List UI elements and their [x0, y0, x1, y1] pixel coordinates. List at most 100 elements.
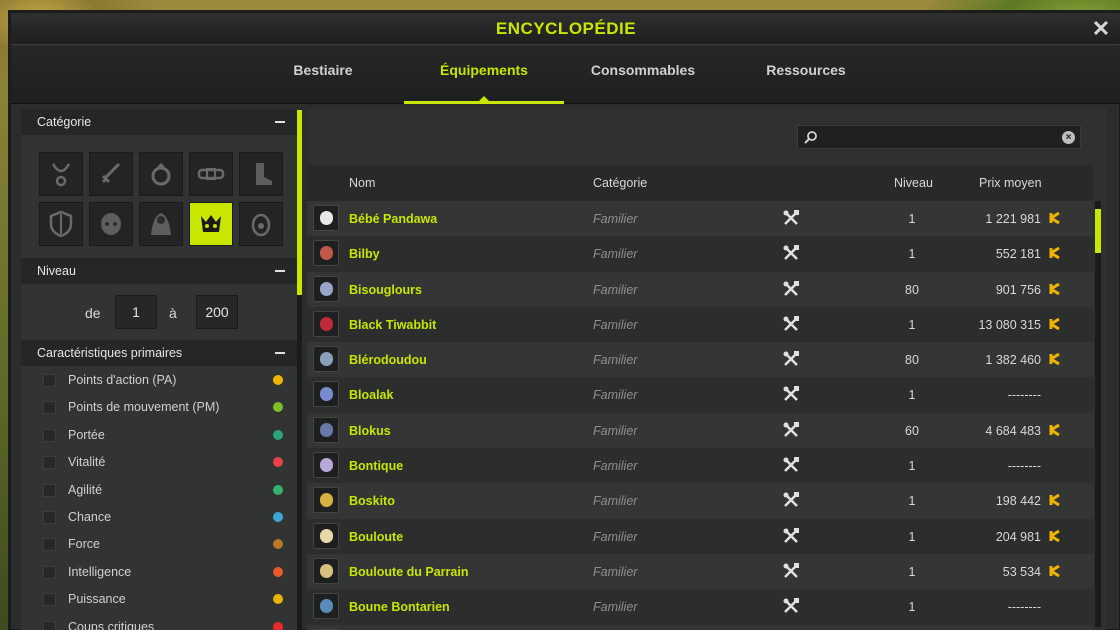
table-row[interactable]: Bouloute Familier 1 204 981 — [307, 518, 1093, 554]
collapse-icon[interactable] — [275, 121, 285, 123]
level-min-input[interactable]: 1 — [115, 295, 157, 329]
checkbox[interactable] — [43, 565, 56, 579]
characteristic-movement-points[interactable]: Points de mouvement (PM) — [21, 393, 297, 420]
characteristic-range[interactable]: Portée — [21, 421, 297, 448]
table-row[interactable]: Boskito Familier 1 198 442 — [307, 483, 1093, 519]
search-box[interactable]: × — [797, 125, 1081, 149]
amulet-icon — [51, 163, 71, 187]
category-hat[interactable] — [89, 202, 133, 246]
characteristic-label: Intelligence — [68, 564, 132, 579]
power-icon — [273, 594, 283, 605]
crafting-tools-icon[interactable] — [783, 386, 799, 402]
table-row[interactable]: Bébé Pandawa Familier 1 1 221 981 — [307, 201, 1093, 237]
category-dofus[interactable] — [239, 202, 283, 246]
characteristic-vitality[interactable]: Vitalité — [21, 448, 297, 475]
tab-ressources[interactable]: Ressources — [751, 62, 861, 104]
category-cloak[interactable] — [139, 202, 183, 246]
table-row[interactable]: Blokus Familier 60 4 684 483 — [307, 412, 1093, 449]
crafting-tools-icon[interactable] — [783, 492, 799, 508]
table-scrollbar-thumb[interactable] — [1095, 209, 1101, 253]
item-name[interactable]: Bouloute — [349, 530, 403, 544]
crafting-tools-icon[interactable] — [783, 280, 799, 297]
item-name[interactable]: Bloalak — [349, 388, 393, 402]
characteristic-action-points[interactable]: Points d'action (PA) — [21, 366, 297, 393]
tab-consommables[interactable]: Consommables — [583, 62, 703, 104]
characteristic-label: Points de mouvement (PM) — [68, 400, 220, 415]
item-name[interactable]: Bébé Pandawa — [349, 212, 437, 226]
item-name[interactable]: Bouloute du Parrain — [349, 565, 468, 579]
clear-search-icon[interactable]: × — [1062, 131, 1075, 144]
checkbox[interactable] — [43, 510, 56, 524]
collapse-icon[interactable] — [275, 352, 285, 354]
characteristic-critical-hits[interactable]: Coups critiques — [21, 613, 297, 630]
item-name[interactable]: Bontique — [349, 459, 403, 473]
vitality-icon — [273, 457, 283, 468]
checkbox[interactable] — [43, 456, 56, 470]
level-section-header[interactable]: Niveau — [21, 258, 297, 284]
level-max-input[interactable]: 200 — [196, 295, 238, 329]
crafting-tools-icon[interactable] — [783, 315, 799, 332]
item-name[interactable]: Boskito — [349, 494, 395, 508]
table-row[interactable]: Boune Bontarien Familier 1 -------- — [307, 589, 1093, 625]
table-row[interactable]: Boune BrâkmarienFamilier1-------- — [307, 624, 1093, 630]
characteristic-strength[interactable]: Force — [21, 530, 297, 557]
category-boots[interactable] — [239, 152, 283, 196]
tab-bestiaire[interactable]: Bestiaire — [273, 62, 373, 104]
category-amulet[interactable] — [39, 152, 83, 196]
kama-icon — [1049, 423, 1060, 437]
checkbox[interactable] — [43, 620, 56, 630]
column-header-name[interactable]: Nom — [349, 176, 375, 190]
category-shield[interactable] — [39, 202, 83, 246]
checkbox[interactable] — [43, 374, 56, 387]
crafting-tools-icon[interactable] — [783, 245, 799, 261]
characteristic-agility[interactable]: Agilité — [21, 476, 297, 503]
item-name[interactable]: Blokus — [349, 424, 391, 438]
crafting-tools-icon[interactable] — [783, 210, 799, 226]
checkbox[interactable] — [43, 428, 56, 442]
characteristic-power[interactable]: Puissance — [21, 585, 297, 612]
item-name[interactable]: Boune Bontarien — [349, 600, 450, 614]
crafting-tools-icon[interactable] — [783, 421, 799, 438]
crafting-tools-icon[interactable] — [783, 351, 799, 367]
category-section-header[interactable]: Catégorie — [21, 109, 297, 135]
characteristics-section-header[interactable]: Caractéristiques primaires — [21, 340, 297, 366]
characteristic-chance[interactable]: Chance — [21, 503, 297, 530]
table-row[interactable]: Bilby Familier 1 552 181 — [307, 236, 1093, 272]
close-button[interactable]: ✕ — [1089, 17, 1113, 41]
table-row[interactable]: Bloalak Familier 1 -------- — [307, 377, 1093, 413]
table-row[interactable]: Black Tiwabbit Familier 1 13 080 315 — [307, 306, 1093, 343]
item-level: 1 — [908, 529, 916, 544]
checkbox[interactable] — [43, 401, 56, 415]
crafting-tools-icon[interactable] — [783, 457, 799, 473]
category-ring[interactable] — [139, 152, 183, 196]
item-name[interactable]: Bilby — [349, 247, 380, 261]
column-header-level[interactable]: Niveau — [894, 176, 933, 190]
title-bar[interactable]: ENCYCLOPÉDIE ✕ — [11, 13, 1120, 45]
characteristic-intelligence[interactable]: Intelligence — [21, 558, 297, 585]
filter-scrollbar-thumb[interactable] — [297, 110, 302, 295]
table-row[interactable]: Blérodoudou Familier 80 1 382 460 — [307, 342, 1093, 378]
table-row[interactable]: Bouloute du Parrain Familier 1 53 534 — [307, 553, 1093, 590]
category-belt[interactable] — [189, 152, 233, 196]
checkbox[interactable] — [43, 538, 56, 552]
search-input[interactable] — [822, 128, 1052, 146]
column-header-category[interactable]: Catégorie — [593, 176, 647, 190]
crafting-tools-icon[interactable] — [783, 562, 799, 579]
item-avatar — [313, 346, 339, 373]
crafting-tools-icon[interactable] — [783, 527, 799, 544]
table-row[interactable]: Bisouglours Familier 80 901 756 — [307, 271, 1093, 307]
table-scrollbar-track[interactable] — [1095, 201, 1101, 627]
category-weapon[interactable] — [89, 152, 133, 196]
crafting-tools-icon[interactable] — [783, 598, 799, 614]
tab-equipements[interactable]: Équipements — [404, 62, 564, 104]
item-name[interactable]: Bisouglours — [349, 283, 422, 297]
column-header-price[interactable]: Prix moyen — [979, 176, 1042, 190]
table-row[interactable]: Bontique Familier 1 -------- — [307, 448, 1093, 484]
collapse-icon[interactable] — [275, 270, 285, 272]
item-name[interactable]: Blérodoudou — [349, 353, 427, 367]
checkbox[interactable] — [43, 483, 56, 497]
category-pet[interactable] — [189, 202, 233, 246]
item-name[interactable]: Black Tiwabbit — [349, 318, 436, 332]
characteristic-label: Force — [68, 537, 100, 552]
checkbox[interactable] — [43, 593, 56, 607]
